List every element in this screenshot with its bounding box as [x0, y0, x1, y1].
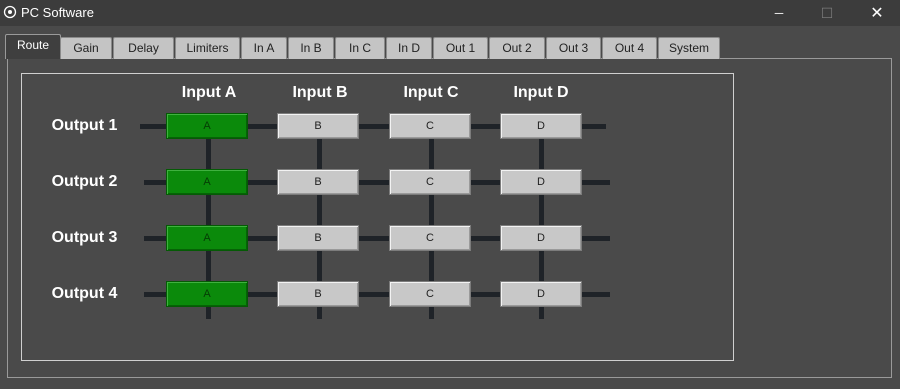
input-d-header: Input D — [513, 84, 569, 101]
route-out3-in-c-button[interactable]: C — [389, 225, 471, 251]
route-out3-in-a-button[interactable]: A — [166, 225, 248, 251]
route-out1-in-c-button[interactable]: C — [389, 113, 471, 139]
tab-out-2[interactable]: Out 2 — [489, 37, 545, 59]
window-title: PC Software — [21, 5, 94, 20]
tab-in-a[interactable]: In A — [241, 37, 287, 59]
tab-delay[interactable]: Delay — [113, 37, 174, 59]
route-out1-in-b-button[interactable]: B — [277, 113, 359, 139]
input-b-header: Input B — [292, 84, 348, 101]
route-out2-in-b-button[interactable]: B — [277, 169, 359, 195]
input-c-header: Input C — [403, 84, 459, 101]
route-out3-in-d-button[interactable]: D — [500, 225, 582, 251]
route-out4-in-d-button[interactable]: D — [500, 281, 582, 307]
route-out2-in-a-button[interactable]: A — [166, 169, 248, 195]
route-out4-in-b-button[interactable]: B — [277, 281, 359, 307]
route-out1-in-a-button[interactable]: A — [166, 113, 248, 139]
tab-in-d[interactable]: In D — [386, 37, 432, 59]
tab-out-3[interactable]: Out 3 — [546, 37, 601, 59]
tab-in-c[interactable]: In C — [335, 37, 385, 59]
route-out4-in-a-button[interactable]: A — [166, 281, 248, 307]
tab-gain[interactable]: Gain — [60, 37, 112, 59]
minimize-icon: ─ — [774, 6, 784, 20]
minimize-button[interactable]: ─ — [756, 0, 802, 26]
output-2-label: Output 2 — [51, 173, 118, 190]
tab-in-b[interactable]: In B — [288, 37, 334, 59]
tab-out-1[interactable]: Out 1 — [433, 37, 488, 59]
maximize-icon: ☐ — [820, 4, 834, 21]
tab-route[interactable]: Route — [5, 34, 61, 59]
route-out1-in-d-button[interactable]: D — [500, 113, 582, 139]
tab-out-4[interactable]: Out 4 — [602, 37, 657, 59]
route-out2-in-d-button[interactable]: D — [500, 169, 582, 195]
route-out2-in-c-button[interactable]: C — [389, 169, 471, 195]
close-icon: ✕ — [870, 5, 884, 22]
maximize-button[interactable]: ☐ — [804, 0, 850, 26]
input-a-header: Input A — [181, 84, 237, 101]
app-icon — [3, 5, 17, 19]
route-out4-in-c-button[interactable]: C — [389, 281, 471, 307]
output-1-label: Output 1 — [51, 117, 118, 134]
tab-system[interactable]: System — [658, 37, 720, 59]
output-4-label: Output 4 — [51, 285, 118, 302]
close-button[interactable]: ✕ — [854, 0, 900, 26]
route-out3-in-b-button[interactable]: B — [277, 225, 359, 251]
title-bar[interactable]: PC Software ─ ☐ ✕ — [0, 0, 900, 26]
tab-limiters[interactable]: Limiters — [175, 37, 240, 59]
output-3-label: Output 3 — [51, 229, 118, 246]
tab-strip: Route Gain Delay Limiters In A In B In C… — [0, 34, 900, 60]
